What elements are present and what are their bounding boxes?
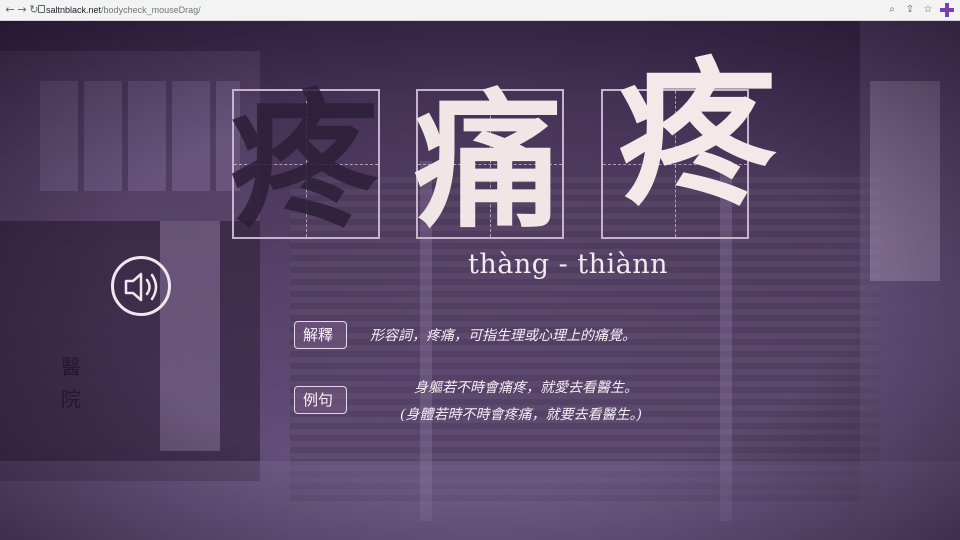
romanization: thàng - thiànn xyxy=(468,249,669,280)
definition-tag: 解釋 xyxy=(294,321,347,349)
lock-icon xyxy=(38,5,45,13)
char-glyph-2[interactable]: 痛 xyxy=(414,87,562,235)
definition-text: 形容詞，疼痛，可指生理或心理上的痛覺。 xyxy=(370,328,636,344)
url-host: saltnblack.net xyxy=(46,5,102,15)
star-icon[interactable]: ☆ xyxy=(920,2,936,18)
url-path: /bodycheck_mouseDrag/ xyxy=(101,5,201,15)
example-tag: 例句 xyxy=(294,386,347,414)
share-icon[interactable]: ⇪ xyxy=(902,2,918,18)
speaker-icon xyxy=(124,272,158,302)
location-char: 醫 xyxy=(61,355,81,379)
location-char: 院 xyxy=(61,387,81,411)
char-glyph-1[interactable]: 疼 xyxy=(230,87,378,235)
example-text: 身軀若不時會痛疼，就愛去看醫生。 (身體若時不時會疼痛，就要去看醫生。) xyxy=(400,375,700,429)
example-translation: (身體若時不時會疼痛，就要去看醫生。) xyxy=(400,407,642,423)
zoom-icon[interactable]: ⌕ xyxy=(884,2,900,18)
example-sentence: 身軀若不時會痛疼，就愛去看醫生。 xyxy=(414,380,638,396)
location-label: 醫 院 xyxy=(60,351,82,415)
char-glyph-3-draggable[interactable]: 疼 xyxy=(618,57,776,215)
extension-icon[interactable] xyxy=(940,3,954,17)
play-audio-button[interactable] xyxy=(111,256,171,316)
page-stage: 疼 痛 疼 thàng - thiànn 醫 院 解釋 形容詞，疼痛，可指生理或… xyxy=(0,21,960,540)
address-bar[interactable]: saltnblack.net/bodycheck_mouseDrag/ xyxy=(46,3,201,17)
browser-toolbar: ← → ↻ saltnblack.net/bodycheck_mouseDrag… xyxy=(0,0,960,21)
